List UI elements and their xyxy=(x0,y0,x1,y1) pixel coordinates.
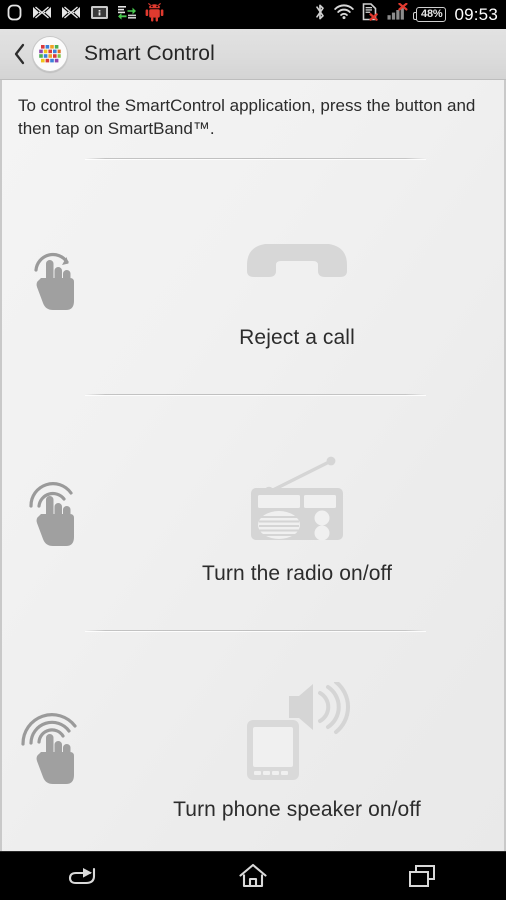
smartband-icon xyxy=(6,4,23,26)
back-button[interactable] xyxy=(8,37,30,71)
android-debug-icon xyxy=(145,2,164,27)
instruction-text: To control the SmartControl application,… xyxy=(18,96,476,138)
nav-recents-button[interactable] xyxy=(367,852,477,900)
sim-card-missing-icon xyxy=(362,3,379,26)
page-title: Smart Control xyxy=(84,42,215,65)
double-tap-hand-icon xyxy=(18,395,90,630)
smart-connect-icon[interactable] xyxy=(32,36,68,72)
main-content: To control the SmartControl application,… xyxy=(0,80,506,852)
bluetooth-icon xyxy=(314,3,326,26)
info-icon xyxy=(90,5,109,25)
action-label: Turn phone speaker on/off xyxy=(173,797,421,821)
chevron-left-icon xyxy=(14,43,24,65)
status-bar-clock: 09:53 xyxy=(454,5,498,24)
smart-connect-glyph xyxy=(39,45,61,63)
action-content: Turn phone speaker on/off xyxy=(90,631,504,852)
action-content: Reject a call xyxy=(90,159,504,394)
battery-indicator: 48% xyxy=(412,7,447,22)
action-row-reject-call[interactable]: Reject a call xyxy=(2,159,504,394)
status-bar-notification-icons xyxy=(6,2,314,27)
cellular-signal-off-icon xyxy=(387,2,408,26)
battery-percent-label: 48% xyxy=(421,8,443,20)
wifi-icon xyxy=(334,4,354,25)
device-screen: 48% 09:53 Smart Control To control the S… xyxy=(0,0,506,900)
radio-icon xyxy=(247,440,347,552)
action-label: Turn the radio on/off xyxy=(201,561,393,585)
action-content: Turn the radio on/off xyxy=(90,395,504,630)
sync-disabled-icon xyxy=(32,5,52,25)
recent-apps-icon xyxy=(408,865,435,887)
sync-disabled-2-icon xyxy=(61,5,81,25)
triple-tap-hand-icon xyxy=(18,631,90,852)
back-arrow-icon xyxy=(69,867,96,885)
navigation-bar xyxy=(0,851,506,900)
phone-speaker-icon xyxy=(241,676,353,788)
action-row-phone-speaker[interactable]: Turn phone speaker on/off xyxy=(2,631,504,852)
data-transfer-icon xyxy=(118,5,136,25)
home-icon xyxy=(239,863,267,888)
action-label: Reject a call xyxy=(239,325,355,349)
phone-handset-icon xyxy=(241,204,353,316)
nav-home-button[interactable] xyxy=(198,852,308,900)
app-header: Smart Control xyxy=(0,29,506,80)
nav-back-button[interactable] xyxy=(29,852,139,900)
single-tap-hand-icon xyxy=(18,159,90,394)
action-row-radio[interactable]: Turn the radio on/off xyxy=(2,395,504,630)
status-bar-system-icons: 48% 09:53 xyxy=(314,2,498,26)
status-bar: 48% 09:53 xyxy=(0,0,506,29)
